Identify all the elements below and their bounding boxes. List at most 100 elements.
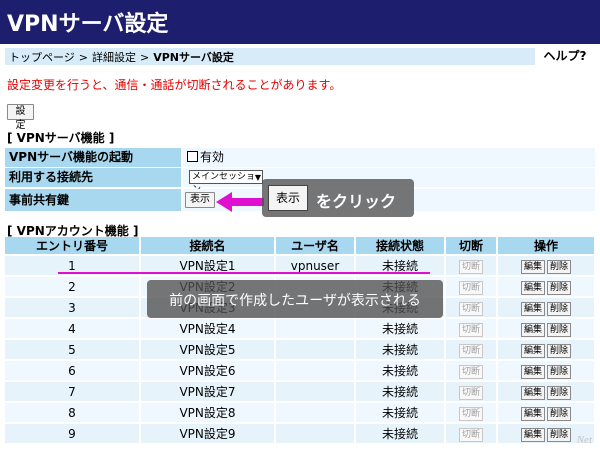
user-name (275, 359, 356, 381)
server-start-value: 有効 (183, 148, 595, 167)
settei-button[interactable]: 設定 (7, 104, 34, 131)
user-annotation: 前の画面で作成したユーザが表示される (147, 280, 443, 318)
disconnect-cell: 切断 (445, 380, 498, 402)
col-entry: エントリ番号 (5, 237, 141, 255)
breadcrumb: トップページ > 詳細設定 > VPNサーバ設定 (9, 49, 234, 65)
actions-cell: 編集 削除 (497, 380, 596, 402)
actions-cell: 編集 削除 (497, 401, 596, 423)
help-button[interactable]: ヘルプ? (534, 48, 595, 65)
delete-button[interactable]: 削除 (547, 322, 572, 337)
user-highlight-underline (58, 272, 430, 274)
delete-button[interactable]: 削除 (547, 364, 572, 379)
title-bar: VPNサーバ設定 (0, 0, 600, 44)
server-section-title: [ VPNサーバ機能 ] (7, 131, 115, 145)
disconnect-button[interactable]: 切断 (458, 427, 483, 442)
disconnect-button[interactable]: 切断 (458, 322, 483, 337)
entry-number: 6 (5, 359, 141, 381)
account-table: エントリ番号 接続名 ユーザ名 接続状態 切断 操作 1 VPN設定1 vpnuse… (5, 237, 596, 443)
disconnect-cell: 切断 (445, 317, 498, 339)
breadcrumb-sep: > (140, 51, 150, 64)
connection-name: VPN設定6 (140, 359, 276, 381)
disconnect-button[interactable]: 切断 (458, 259, 483, 274)
col-status: 接続状態 (355, 237, 446, 255)
delete-button[interactable]: 削除 (547, 385, 572, 400)
annotation-click-text: をクリック (316, 192, 397, 211)
edit-button[interactable]: 編集 (520, 427, 545, 442)
user-name (275, 380, 356, 402)
disconnect-cell: 切断 (445, 338, 498, 360)
entry-number: 4 (5, 317, 141, 339)
actions-cell: 編集 削除 (497, 296, 596, 318)
connection-status: 未接続 (355, 380, 446, 402)
user-name (275, 401, 356, 423)
edit-button[interactable]: 編集 (520, 301, 545, 316)
table-row: 5 VPN設定5 未接続 切断 編集 削除 (5, 338, 596, 360)
connection-status: 未接続 (355, 401, 446, 423)
arrow-left-icon (216, 192, 264, 212)
annotation-show-button: 表示 (268, 185, 308, 211)
connection-status: 未接続 (355, 422, 446, 443)
nav-bar: トップページ > 詳細設定 > VPNサーバ設定 ヘルプ? (5, 48, 595, 65)
delete-button[interactable]: 削除 (547, 343, 572, 358)
table-row: 9 VPN設定9 未接続 切断 編集 削除 (5, 422, 596, 443)
breadcrumb-advanced[interactable]: 詳細設定 (92, 51, 136, 64)
disconnect-button[interactable]: 切断 (458, 364, 483, 379)
table-row: 7 VPN設定7 未接続 切断 編集 削除 (5, 380, 596, 402)
disconnect-button[interactable]: 切断 (458, 280, 483, 295)
connection-status: 未接続 (355, 359, 446, 381)
edit-button[interactable]: 編集 (520, 322, 545, 337)
col-name: 接続名 (140, 237, 276, 255)
delete-button[interactable]: 削除 (547, 280, 572, 295)
entry-number: 8 (5, 401, 141, 423)
delete-button[interactable]: 削除 (547, 259, 572, 274)
edit-button[interactable]: 編集 (520, 280, 545, 295)
col-user: ユーザ名 (275, 237, 356, 255)
breadcrumb-top[interactable]: トップページ (9, 51, 75, 64)
edit-button[interactable]: 編集 (520, 406, 545, 421)
entry-number: 2 (5, 275, 141, 297)
edit-button[interactable]: 編集 (520, 259, 545, 274)
disconnect-button[interactable]: 切断 (458, 343, 483, 358)
disconnect-cell: 切断 (445, 254, 498, 276)
warning-text: 設定変更を行うと、通信・通話が切断されることがあります。 (7, 78, 342, 92)
psk-label: 事前共有鍵 (5, 189, 181, 211)
connection-name: VPN設定4 (140, 317, 276, 339)
connection-name: VPN設定5 (140, 338, 276, 360)
entry-number: 5 (5, 338, 141, 360)
user-name (275, 317, 356, 339)
connection-status: 未接続 (355, 317, 446, 339)
table-row: 4 VPN設定4 未接続 切断 編集 削除 (5, 317, 596, 339)
delete-button[interactable]: 削除 (547, 406, 572, 421)
disconnect-cell: 切断 (445, 275, 498, 297)
table-row: 8 VPN設定8 未接続 切断 編集 削除 (5, 401, 596, 423)
col-actions: 操作 (497, 237, 596, 255)
annotation-user-note: 前の画面で作成したユーザが表示される (169, 293, 421, 309)
enable-checkbox-label: 有効 (200, 150, 225, 164)
connection-select[interactable]: メインセッション ▼ (189, 170, 263, 195)
disconnect-button[interactable]: 切断 (458, 301, 483, 316)
server-start-row: VPNサーバ機能の起動 有効 (5, 148, 595, 167)
breadcrumb-current: VPNサーバ設定 (153, 51, 234, 64)
disconnect-button[interactable]: 切断 (458, 385, 483, 400)
delete-button[interactable]: 削除 (547, 301, 572, 316)
edit-button[interactable]: 編集 (520, 385, 545, 400)
watermark: Net (576, 434, 592, 446)
psk-show-button[interactable]: 表示 (185, 192, 215, 208)
edit-button[interactable]: 編集 (520, 364, 545, 379)
actions-cell: 編集 削除 (497, 275, 596, 297)
table-row: 6 VPN設定6 未接続 切断 編集 削除 (5, 359, 596, 381)
page-title: VPNサーバ設定 (7, 12, 169, 37)
delete-button[interactable]: 削除 (547, 427, 572, 442)
col-disconnect: 切断 (445, 237, 498, 255)
connection-label: 利用する接続先 (5, 168, 181, 187)
disconnect-cell: 切断 (445, 296, 498, 318)
enable-checkbox[interactable] (187, 151, 198, 162)
disconnect-button[interactable]: 切断 (458, 406, 483, 421)
edit-button[interactable]: 編集 (520, 343, 545, 358)
server-start-label: VPNサーバ機能の起動 (5, 148, 181, 167)
connection-name: VPN設定7 (140, 380, 276, 402)
connection-status: 未接続 (355, 338, 446, 360)
actions-cell: 編集 削除 (497, 317, 596, 339)
chevron-down-icon: ▼ (254, 173, 261, 182)
breadcrumb-sep: > (78, 51, 88, 64)
